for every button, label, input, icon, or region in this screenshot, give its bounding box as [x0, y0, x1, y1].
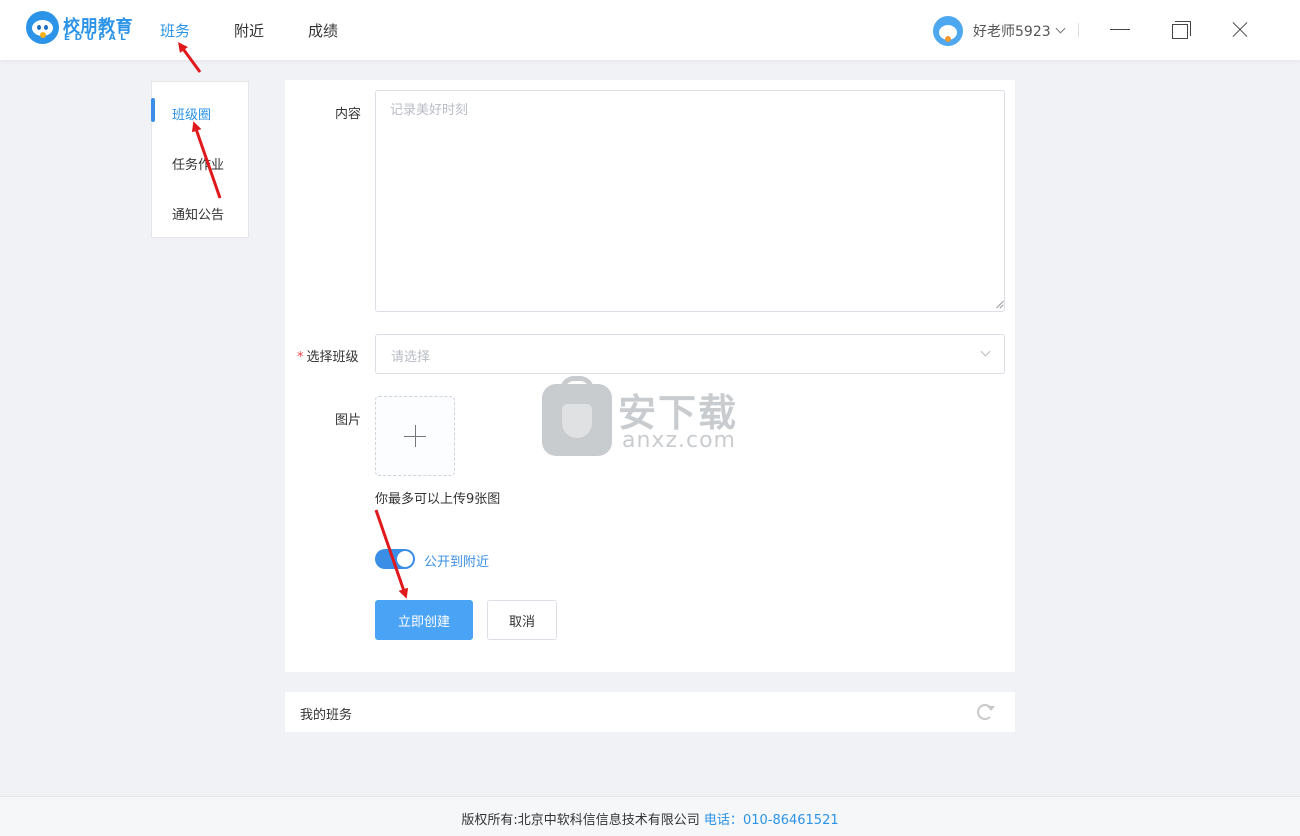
avatar-icon	[933, 16, 963, 46]
cancel-button[interactable]: 取消	[487, 600, 557, 640]
side-item-class-circle[interactable]: 班级圈	[172, 104, 211, 123]
divider	[1078, 23, 1079, 37]
user-menu[interactable]: 好老师5923	[933, 16, 1066, 46]
logo-icon	[26, 11, 59, 44]
picture-label: 图片	[335, 413, 362, 428]
logo-subtext: EDUPAL	[64, 33, 131, 43]
class-label-text: 选择班级	[306, 350, 359, 365]
nav-class-affairs[interactable]: 班务	[160, 20, 190, 41]
my-class-affairs-panel: 我的班务	[285, 692, 1015, 732]
footer: 版权所有:北京中软科信信息技术有限公司 电话：010-86461521	[0, 796, 1300, 836]
resize-grip-icon[interactable]	[995, 300, 1003, 308]
nav-nearby[interactable]: 附近	[234, 20, 264, 41]
close-icon[interactable]	[1226, 16, 1254, 44]
minimize-icon[interactable]	[1106, 16, 1134, 44]
username: 好老师5923	[973, 24, 1051, 40]
maximize-icon[interactable]	[1166, 16, 1194, 44]
public-toggle[interactable]	[375, 549, 415, 569]
plus-icon[interactable]	[375, 396, 455, 476]
class-select-placeholder: 请选择	[391, 350, 431, 365]
content-textarea[interactable]	[375, 90, 1005, 312]
class-select[interactable]: 请选择	[375, 334, 1005, 374]
phone-number: 010-86461521	[742, 813, 839, 828]
class-label: * 选择班级	[297, 346, 359, 365]
app-header: 校朋教育 EDUPAL 班务 附近 成绩 好老师5923	[0, 0, 1300, 60]
refresh-icon[interactable]	[977, 704, 995, 720]
my-class-affairs-title: 我的班务	[300, 708, 353, 723]
create-button[interactable]: 立即创建	[375, 600, 473, 640]
phone-label: 电话：	[703, 813, 743, 828]
side-menu: 班级圈 任务作业 通知公告	[151, 81, 249, 238]
nav-grades[interactable]: 成绩	[308, 20, 338, 41]
active-indicator	[151, 98, 155, 122]
copyright-text: 版权所有:北京中软科信信息技术有限公司	[461, 813, 700, 828]
watermark-subtext: anxz.com	[622, 428, 736, 453]
app-logo: 校朋教育 EDUPAL	[26, 11, 136, 47]
required-mark: *	[297, 350, 304, 365]
chevron-down-icon	[1055, 23, 1066, 34]
content-label: 内容	[335, 107, 362, 122]
side-item-tasks[interactable]: 任务作业	[172, 154, 224, 173]
watermark-logo: 安下载 anxz.com	[542, 376, 762, 458]
side-item-notices[interactable]: 通知公告	[172, 204, 224, 223]
public-toggle-label[interactable]: 公开到附近	[424, 551, 489, 570]
chevron-down-icon	[980, 346, 991, 357]
upload-hint: 你最多可以上传9张图	[375, 492, 501, 507]
